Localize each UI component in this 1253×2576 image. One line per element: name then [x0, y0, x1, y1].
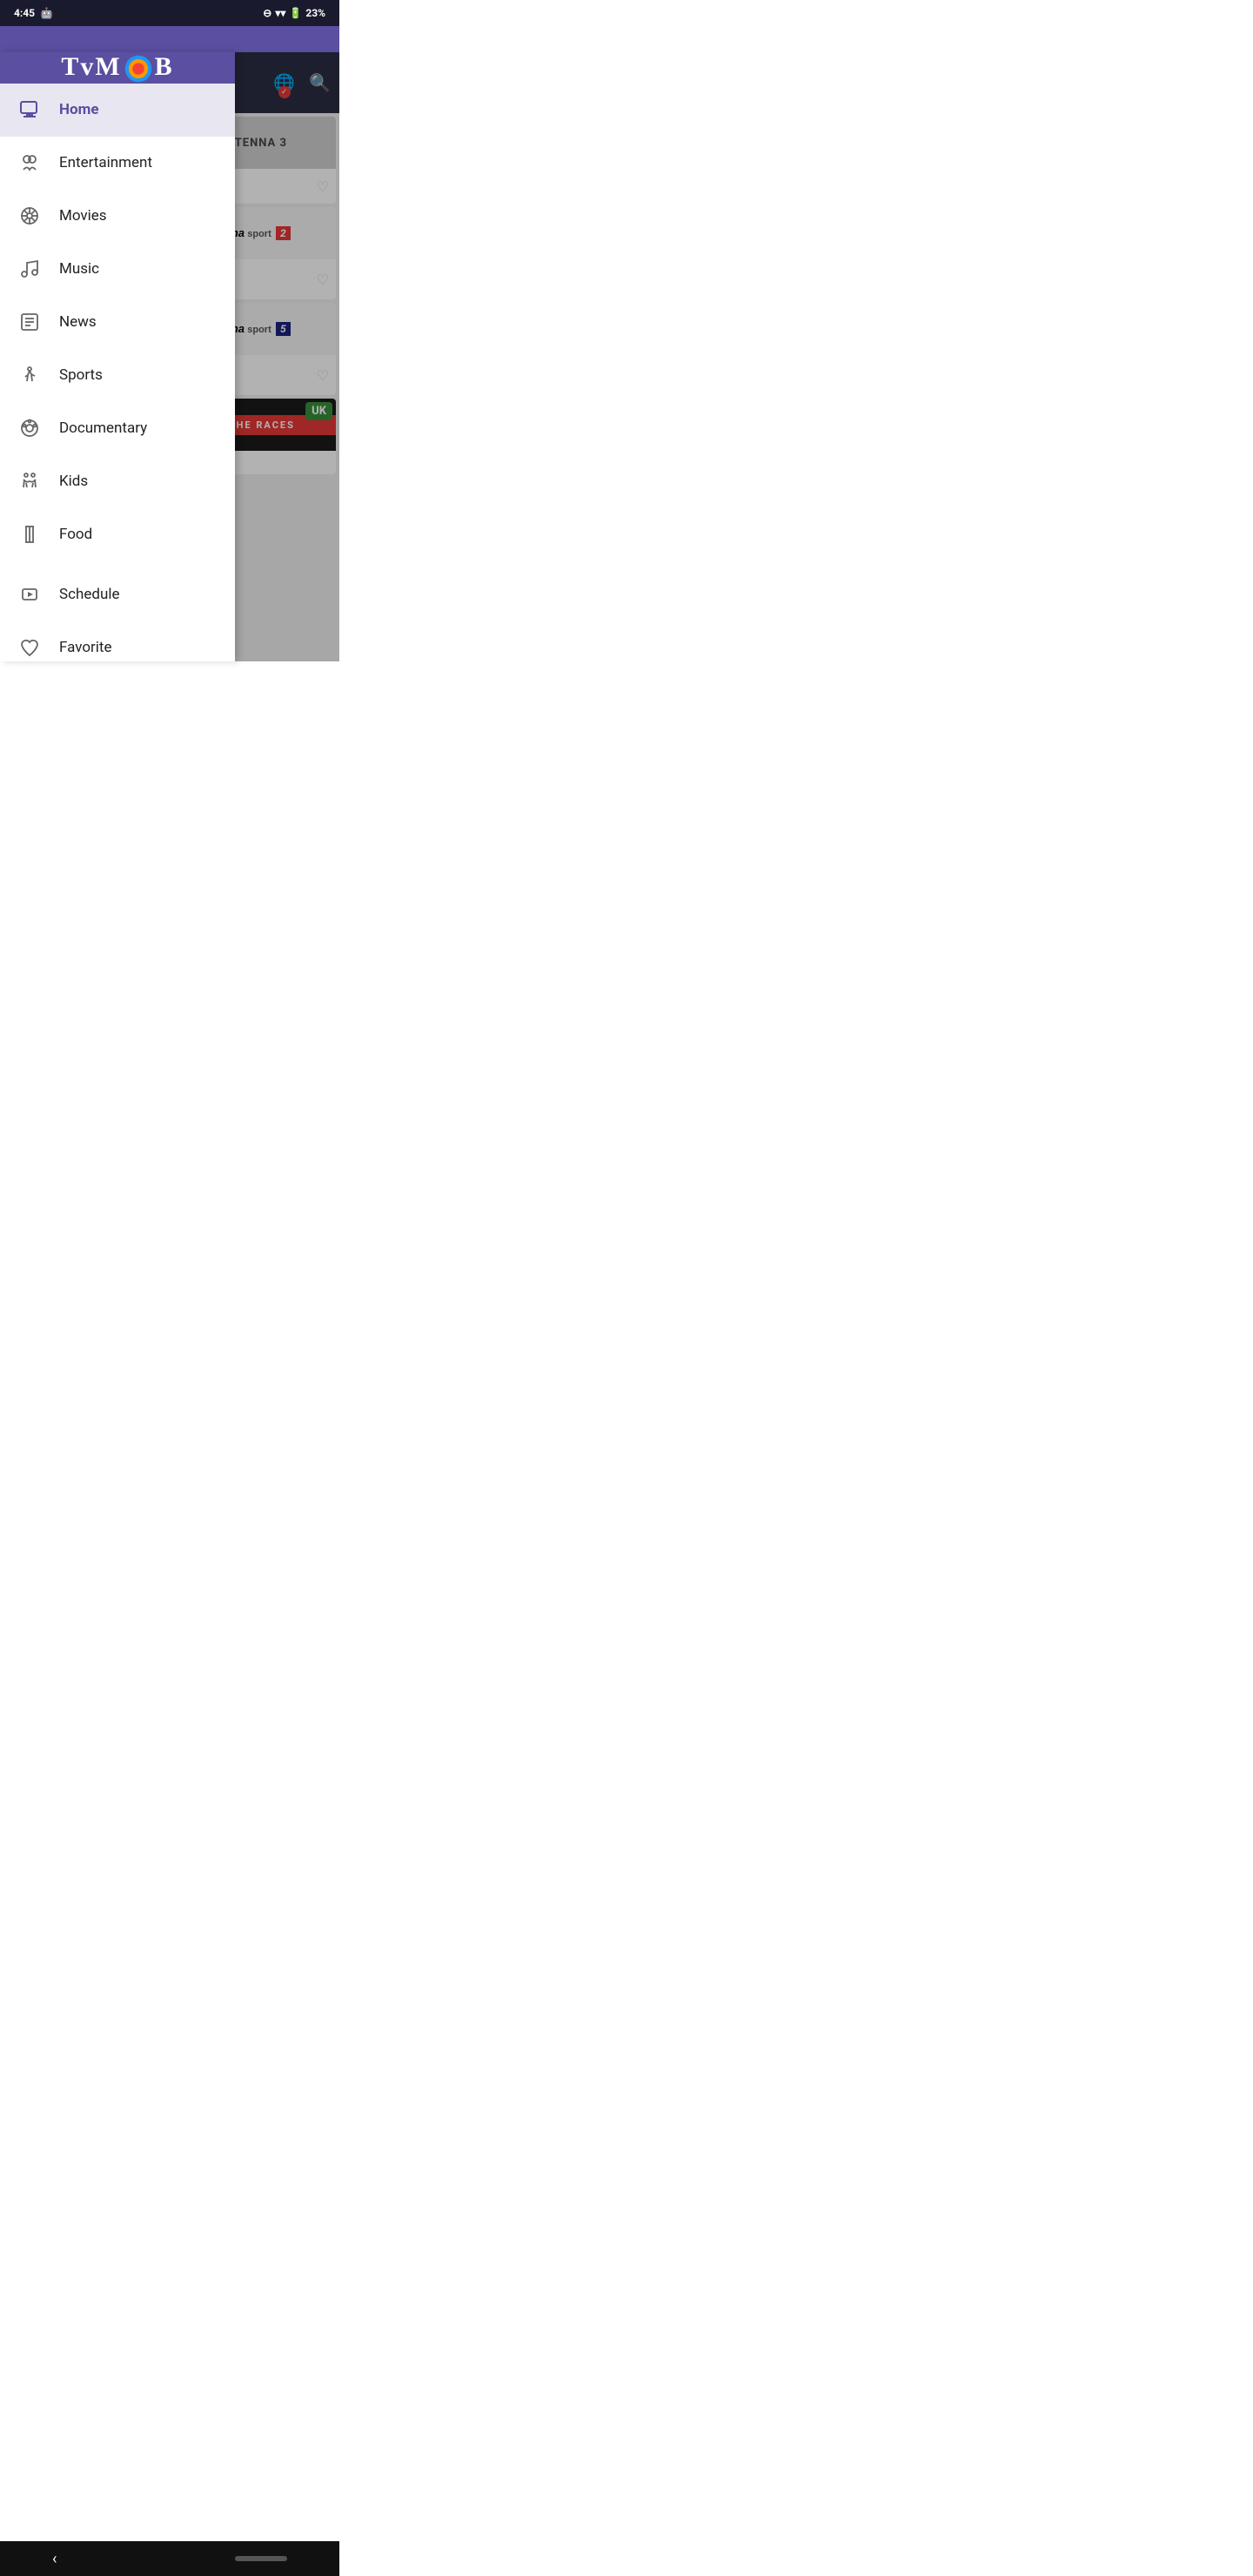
nav-item-home[interactable]: Home — [0, 84, 235, 137]
nav-label-news: News — [59, 313, 97, 331]
status-time: 4:45 — [14, 7, 35, 19]
bottom-nav-bar: ‹ — [0, 2541, 339, 2576]
home-icon — [17, 97, 42, 122]
android-icon: 🤖 — [40, 7, 53, 19]
drawer-logo: TvM B — [61, 52, 173, 84]
entertainment-icon — [17, 151, 42, 175]
home-button[interactable] — [235, 2556, 287, 2561]
nav-label-music: Music — [59, 260, 99, 278]
nav-label-movies: Movies — [59, 207, 107, 225]
nav-item-food[interactable]: Food — [0, 508, 235, 561]
nav-drawer: TvM B Home Entertain — [0, 52, 235, 661]
nav-label-food: Food — [59, 526, 92, 543]
battery-icon: 🔋 — [289, 7, 302, 19]
food-icon — [17, 522, 42, 547]
nav-item-music[interactable]: Music — [0, 243, 235, 296]
do-not-disturb-icon: ⊖ — [263, 7, 271, 19]
nav-item-sports[interactable]: Sports — [0, 349, 235, 402]
schedule-icon — [17, 582, 42, 607]
status-bar: 4:45 🤖 ⊖ ▾▾ 🔋 23% — [0, 0, 339, 26]
battery-percent: 23% — [305, 7, 325, 19]
nav-item-favorite[interactable]: Favorite — [0, 621, 235, 661]
wifi-icon: ▾▾ — [275, 7, 285, 19]
music-icon — [17, 257, 42, 281]
nav-label-documentary: Documentary — [59, 419, 147, 437]
nav-label-favorite: Favorite — [59, 639, 112, 656]
nav-label-home: Home — [59, 101, 99, 118]
nav-item-movies[interactable]: Movies — [0, 190, 235, 243]
documentary-icon — [17, 416, 42, 440]
nav-label-entertainment: Entertainment — [59, 154, 152, 171]
nav-label-schedule: Schedule — [59, 586, 119, 603]
drawer-header: TvM B — [0, 52, 235, 84]
nav-item-kids[interactable]: Kids — [0, 455, 235, 508]
nav-label-sports: Sports — [59, 366, 103, 384]
movies-icon — [17, 204, 42, 228]
nav-item-schedule[interactable]: Schedule — [0, 568, 235, 621]
nav-item-documentary[interactable]: Documentary — [0, 402, 235, 455]
sports-icon — [17, 363, 42, 387]
nav-label-kids: Kids — [59, 473, 88, 490]
news-icon — [17, 310, 42, 334]
nav-item-news[interactable]: News — [0, 296, 235, 349]
back-button[interactable]: ‹ — [52, 2550, 57, 2568]
kids-icon — [17, 469, 42, 493]
favorite-icon — [17, 635, 42, 660]
nav-item-entertainment[interactable]: Entertainment — [0, 137, 235, 190]
drawer-scrim[interactable] — [235, 52, 339, 661]
